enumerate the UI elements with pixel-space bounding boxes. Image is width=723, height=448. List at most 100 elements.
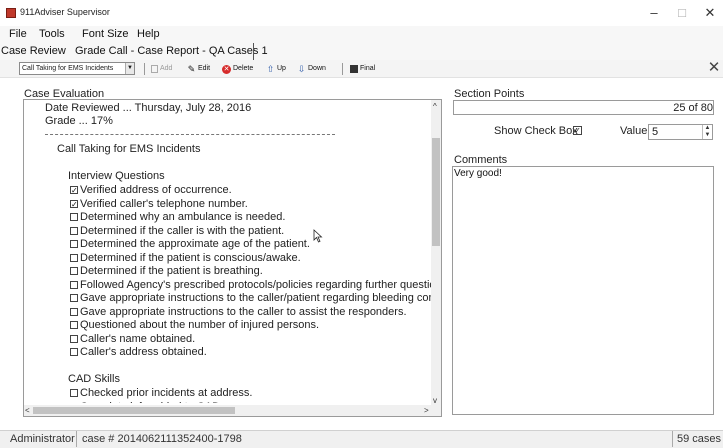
checklist-item-label: Checked prior incidents at address. bbox=[80, 387, 253, 399]
close-window-button[interactable]: ✕ bbox=[696, 3, 723, 23]
vertical-scroll-thumb[interactable] bbox=[432, 138, 440, 246]
minimize-button[interactable]: – bbox=[640, 3, 668, 23]
add-label: Add bbox=[160, 65, 173, 72]
menu-font-size[interactable]: Font Size bbox=[82, 28, 128, 40]
status-separator bbox=[76, 431, 77, 447]
edit-label: Edit bbox=[198, 65, 211, 72]
checklist-checkbox[interactable] bbox=[70, 321, 78, 329]
checklist-item[interactable]: Followed Agency's prescribed protocols/p… bbox=[70, 279, 432, 291]
checklist-checkbox[interactable] bbox=[70, 226, 78, 235]
checklist-item-label: Gave appropriate instructions to the cal… bbox=[80, 292, 432, 304]
value-spinner[interactable]: ▲ ▼ bbox=[702, 125, 712, 139]
checklist-item[interactable]: Questioned about the number of injured p… bbox=[70, 319, 319, 331]
checklist-item[interactable]: Determined if the caller is with the pat… bbox=[70, 225, 284, 237]
checklist-checkbox[interactable] bbox=[70, 267, 78, 275]
app-icon bbox=[6, 8, 16, 18]
checklist-checkbox[interactable] bbox=[70, 213, 78, 221]
delete-label: Delete bbox=[233, 65, 254, 72]
checklist-checkbox[interactable] bbox=[70, 389, 78, 397]
show-check-box-label: Show Check Box bbox=[494, 125, 578, 137]
section-title: Call Taking for EMS Incidents bbox=[57, 143, 201, 155]
show-check-box-checkbox[interactable]: ✓ bbox=[573, 126, 582, 135]
comments-label: Comments bbox=[454, 154, 508, 166]
edit-icon: ✎ bbox=[187, 63, 196, 74]
checklist-item-label: Gave appropriate instructions to the cal… bbox=[80, 305, 407, 318]
checklist-item-label: Determined if the patient is breathing. bbox=[80, 265, 263, 277]
scroll-down-icon[interactable]: v bbox=[433, 397, 437, 405]
checklist-item-label: Followed Agency's prescribed protocols/p… bbox=[80, 278, 432, 291]
comments-textarea[interactable] bbox=[452, 166, 714, 415]
checklist-item-label: Caller's name obtained. bbox=[80, 332, 196, 345]
checklist-item[interactable]: Complete info added to CAD. bbox=[70, 401, 223, 404]
window-title: 911Adviser Supervisor bbox=[20, 7, 110, 17]
add-page-icon bbox=[151, 65, 158, 73]
checklist-item[interactable]: Gave appropriate instructions to the cal… bbox=[70, 306, 407, 318]
final-label: Final bbox=[360, 65, 376, 72]
down-arrow-icon: ⇩ bbox=[297, 63, 306, 74]
checklist-item-label: Determined why an ambulance is needed. bbox=[80, 211, 286, 223]
delete-icon: ✕ bbox=[222, 64, 231, 74]
evaluation-content: Date Reviewed ... Thursday, July 28, 201… bbox=[24, 100, 432, 403]
checklist-item[interactable]: Caller's name obtained. bbox=[70, 333, 195, 345]
toolbar-separator bbox=[144, 63, 145, 75]
divider-dashed bbox=[45, 134, 335, 135]
section-points-label: Section Points bbox=[454, 88, 525, 100]
tab-case-review[interactable]: Case Review bbox=[1, 45, 66, 57]
down-label: Down bbox=[308, 65, 326, 72]
date-reviewed: Date Reviewed ... Thursday, July 28, 201… bbox=[45, 102, 252, 114]
checklist-item[interactable]: Caller's address obtained. bbox=[70, 346, 207, 358]
up-arrow-icon: ⇧ bbox=[266, 63, 275, 74]
checklist-checkbox[interactable] bbox=[70, 348, 78, 356]
chevron-down-icon[interactable]: ▼ bbox=[125, 63, 134, 74]
close-tab-button[interactable]: ✕ bbox=[707, 60, 721, 75]
checklist-checkbox[interactable] bbox=[70, 307, 78, 316]
menu-file[interactable]: File bbox=[9, 28, 27, 40]
status-case-number: case # 2014062111352400-1798 bbox=[82, 433, 242, 445]
checklist-item[interactable]: Checked prior incidents at address. bbox=[70, 387, 252, 399]
checklist-checkbox[interactable] bbox=[70, 294, 78, 302]
horizontal-scroll-thumb[interactable] bbox=[33, 407, 235, 414]
checklist-item[interactable]: Determined if the patient is conscious/a… bbox=[70, 252, 301, 264]
checklist-checkbox[interactable] bbox=[70, 334, 78, 343]
checklist-item-label: Questioned about the number of injured p… bbox=[80, 319, 320, 331]
menu-help[interactable]: Help bbox=[137, 28, 160, 40]
checklist-item[interactable]: ✓ Verified caller's telephone number. bbox=[70, 198, 248, 210]
toolbar-separator bbox=[342, 63, 343, 75]
checklist-item-label: Determined if the patient is conscious/a… bbox=[80, 251, 301, 264]
checklist-item-label: Determined if the caller is with the pat… bbox=[80, 224, 285, 237]
checklist-item[interactable]: Gave appropriate instructions to the cal… bbox=[70, 292, 432, 304]
checklist-item[interactable]: Determined the approximate age of the pa… bbox=[70, 238, 310, 250]
maximize-button[interactable]: □ bbox=[668, 3, 696, 23]
cad-skills-heading: CAD Skills bbox=[68, 373, 120, 385]
checklist-checkbox[interactable] bbox=[70, 240, 78, 248]
checklist-checkbox[interactable] bbox=[70, 253, 78, 262]
interview-heading: Interview Questions bbox=[68, 170, 165, 182]
checklist-item-label: Determined the approximate age of the pa… bbox=[80, 238, 310, 250]
final-button[interactable]: Final bbox=[350, 63, 375, 75]
checklist-item-label: Verified address of occurrence. bbox=[80, 184, 232, 196]
tab-divider bbox=[73, 43, 254, 60]
section-select[interactable]: Call Taking for EMS Incidents bbox=[19, 62, 135, 75]
checklist-item[interactable]: ✓ Verified address of occurrence. bbox=[70, 184, 232, 196]
checklist-item[interactable]: Determined if the patient is breathing. bbox=[70, 265, 263, 277]
delete-button[interactable]: ✕ Delete bbox=[222, 63, 253, 75]
section-points-value: 25 of 80 bbox=[673, 102, 713, 114]
scroll-left-icon[interactable]: < bbox=[25, 407, 30, 415]
mouse-cursor-icon bbox=[313, 229, 323, 243]
scroll-right-icon[interactable]: > bbox=[424, 407, 429, 415]
menu-tools[interactable]: Tools bbox=[39, 28, 65, 40]
scroll-up-icon[interactable]: ^ bbox=[433, 103, 437, 111]
edit-button[interactable]: ✎ Edit bbox=[187, 63, 210, 75]
up-button[interactable]: ⇧ Up bbox=[266, 63, 286, 75]
down-button[interactable]: ⇩ Down bbox=[297, 63, 326, 75]
comments-text: Very good! bbox=[454, 168, 502, 179]
checklist-checkbox[interactable]: ✓ bbox=[70, 199, 78, 208]
checklist-checkbox[interactable]: ✓ bbox=[70, 186, 78, 195]
checklist-checkbox[interactable] bbox=[70, 280, 78, 289]
checklist-checkbox[interactable] bbox=[70, 402, 78, 403]
checklist-item-label: Complete info added to CAD. bbox=[80, 401, 223, 404]
checklist-item[interactable]: Determined why an ambulance is needed. bbox=[70, 211, 285, 223]
add-button[interactable]: Add bbox=[151, 63, 172, 75]
status-separator bbox=[672, 431, 673, 447]
checklist-item-label: Caller's address obtained. bbox=[80, 346, 207, 358]
